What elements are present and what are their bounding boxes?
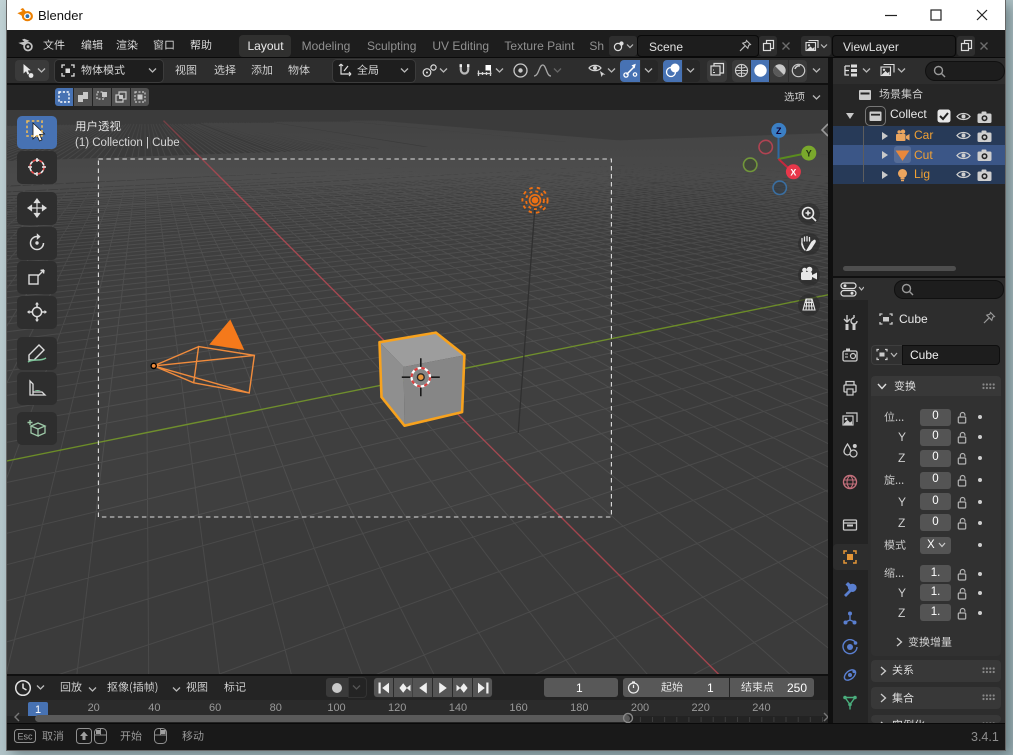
svg-text:Esc: Esc [17, 732, 33, 742]
svg-text:Y: Y [806, 149, 812, 159]
svg-text:Z: Z [776, 126, 782, 136]
svg-text:X: X [790, 167, 796, 177]
